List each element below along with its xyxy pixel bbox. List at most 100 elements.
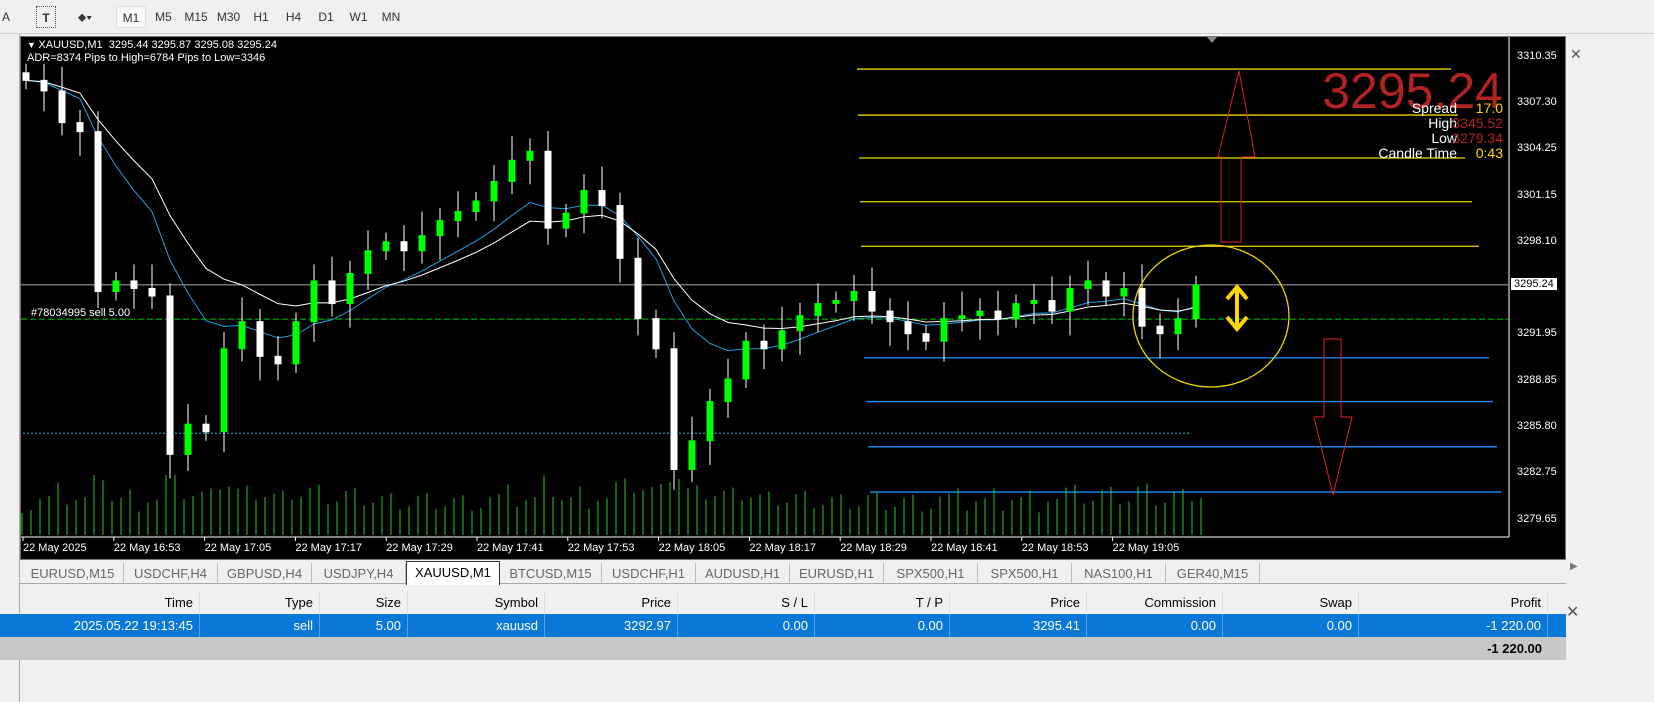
ma-slow-line xyxy=(25,79,1197,330)
bull-candle xyxy=(112,280,120,292)
chart-tabs: EURUSD,M15 USDCHF,H4 GBPUSD,H4 USDJPY,H4 XAU… xyxy=(20,561,1566,585)
info-label: Candle Time xyxy=(1378,145,1457,161)
chart-tab[interactable]: EURUSD,M15 xyxy=(22,563,124,584)
bull-candle xyxy=(580,189,588,214)
chart-tab[interactable]: USDJPY,H4 xyxy=(312,563,406,584)
time-axis-label: 22 May 17:53 xyxy=(567,542,635,554)
timeframe-m15[interactable]: M15 xyxy=(181,6,211,28)
time-axis-label: 22 May 18:41 xyxy=(931,542,998,554)
chart-tab[interactable]: GER40,M15 xyxy=(1166,563,1260,584)
bull-candle xyxy=(238,321,246,350)
bear-candle xyxy=(1102,280,1110,297)
price-axis-label: 3285.80 xyxy=(1517,420,1557,433)
cell-price: 3292.97 xyxy=(545,614,678,637)
highlight-circle xyxy=(1132,244,1290,388)
bear-candle xyxy=(868,290,876,312)
timeframe-mn[interactable]: MN xyxy=(376,6,406,28)
bull-candle xyxy=(814,303,822,317)
chart-tab[interactable]: AUDUSD,H1 xyxy=(696,563,790,584)
table-row[interactable]: 2025.05.22 19:13:45 sell 5.00 xauusd 3292.97… xyxy=(0,614,1566,637)
bull-candle xyxy=(382,241,390,252)
timeframe-d1[interactable]: D1 xyxy=(311,6,341,28)
price-chart[interactable]: ▼ XAUUSD,M1 3295.44 3295.87 3295.08 3295… xyxy=(20,36,1566,560)
cell-price: 3295.41 xyxy=(950,614,1087,637)
bear-candle xyxy=(148,287,156,297)
cell-time: 2025.05.22 19:13:45 xyxy=(0,614,200,637)
bull-candle xyxy=(1012,303,1020,320)
cell-size: 5.00 xyxy=(320,614,408,637)
bull-candle xyxy=(742,340,750,380)
bull-candle xyxy=(310,280,318,323)
adr-indicator-text: ADR=8374 Pips to High=6784 Pips to Low=3… xyxy=(27,52,266,64)
bear-candle xyxy=(76,122,84,133)
ma-fast-line xyxy=(25,79,1197,352)
chart-tab[interactable]: USDCHF,H4 xyxy=(124,563,218,584)
cell-profit: -1 220.00 xyxy=(1359,614,1548,637)
chart-tab[interactable]: USDCHF,H1 xyxy=(602,563,696,584)
bear-candle xyxy=(616,205,624,259)
cell-type: sell xyxy=(200,614,320,637)
bull-candle xyxy=(490,180,498,202)
timeframe-m30[interactable]: M30 xyxy=(214,6,244,28)
right-panel: ✕ ▶ ✕ xyxy=(1566,36,1654,702)
chart-tab[interactable]: NAS100,H1 xyxy=(1072,563,1166,584)
bear-candle xyxy=(598,189,606,207)
arrows-tool-dropdown[interactable]: ⬥▾ xyxy=(68,6,102,28)
price-axis-label: 3288.85 xyxy=(1517,374,1557,387)
chart-tab[interactable]: SPX500,H1 xyxy=(884,563,978,584)
bull-candle xyxy=(1192,284,1200,320)
bull-candle xyxy=(724,378,732,403)
text-tool-button[interactable]: A xyxy=(0,6,12,28)
bull-candle xyxy=(940,318,948,342)
chart-tab[interactable]: BTCUSD,M15 xyxy=(500,563,602,584)
bear-candle xyxy=(904,321,912,335)
cell-tp: 0.00 xyxy=(815,614,950,637)
cell-tp: T / P xyxy=(815,591,950,614)
bear-candle xyxy=(274,355,282,365)
price-axis-label: 3295.24 xyxy=(1511,277,1557,290)
close-trade-icon[interactable]: ✕ xyxy=(1566,602,1579,622)
cell-sl: S / L xyxy=(678,591,815,614)
up-arrow-annotation xyxy=(1217,70,1256,243)
info-value: 3345.52 xyxy=(1452,115,1503,131)
bull-candle xyxy=(418,235,426,252)
bull-candle xyxy=(220,348,228,433)
bear-candle xyxy=(58,90,66,124)
cell-profit: Profit xyxy=(1359,591,1548,614)
bull-candle xyxy=(364,250,372,274)
time-axis-label: 22 May 18:05 xyxy=(658,542,726,554)
time-axis-label: 22 May 18:17 xyxy=(749,542,817,554)
timeframe-w1[interactable]: W1 xyxy=(344,6,374,28)
order-label: #78034995 sell 5.00 xyxy=(31,307,131,319)
bull-candle xyxy=(562,212,570,229)
time-axis-label: 22 May 2025 xyxy=(23,542,87,554)
cell-commission: Commission xyxy=(1087,591,1223,614)
bear-candle xyxy=(886,310,894,323)
timeframe-m1[interactable]: M1 xyxy=(116,6,146,28)
price-axis-label: 3310.35 xyxy=(1517,50,1557,62)
cell-sl: 0.00 xyxy=(678,614,815,637)
chart-tab[interactable]: EURUSD,H1 xyxy=(790,563,884,584)
timeframe-h1[interactable]: H1 xyxy=(246,6,276,28)
bull-candle xyxy=(508,159,516,182)
bear-candle xyxy=(544,150,552,229)
close-window-icon[interactable]: ✕ xyxy=(1570,46,1582,63)
bear-candle xyxy=(40,79,48,92)
cell-symbol: xauusd xyxy=(408,614,545,637)
chart-tab[interactable]: XAUUSD,M1 xyxy=(406,561,500,585)
scroll-right-icon[interactable]: ▶ xyxy=(1570,561,1578,572)
chart-tab[interactable]: GBPUSD,H4 xyxy=(218,563,312,584)
cell-price: Price xyxy=(545,591,678,614)
timeframe-m5[interactable]: M5 xyxy=(149,6,179,28)
bull-candle xyxy=(1174,318,1182,335)
price-axis-label: 3279.65 xyxy=(1517,512,1557,525)
bull-candle xyxy=(436,220,444,237)
cell-type: Type xyxy=(200,591,320,614)
chart-ohlc-header: ▼ XAUUSD,M1 3295.44 3295.87 3295.08 3295… xyxy=(27,39,277,51)
symbol-ohlc: XAUUSD,M1 3295.44 3295.87 3295.08 3295.2… xyxy=(38,39,277,51)
double-arrow-icon xyxy=(1225,283,1249,333)
chart-tab[interactable]: SPX500,H1 xyxy=(978,563,1072,584)
bull-candle xyxy=(850,290,858,302)
text-label-tool-button[interactable]: T xyxy=(36,6,56,28)
timeframe-h4[interactable]: H4 xyxy=(279,6,309,28)
